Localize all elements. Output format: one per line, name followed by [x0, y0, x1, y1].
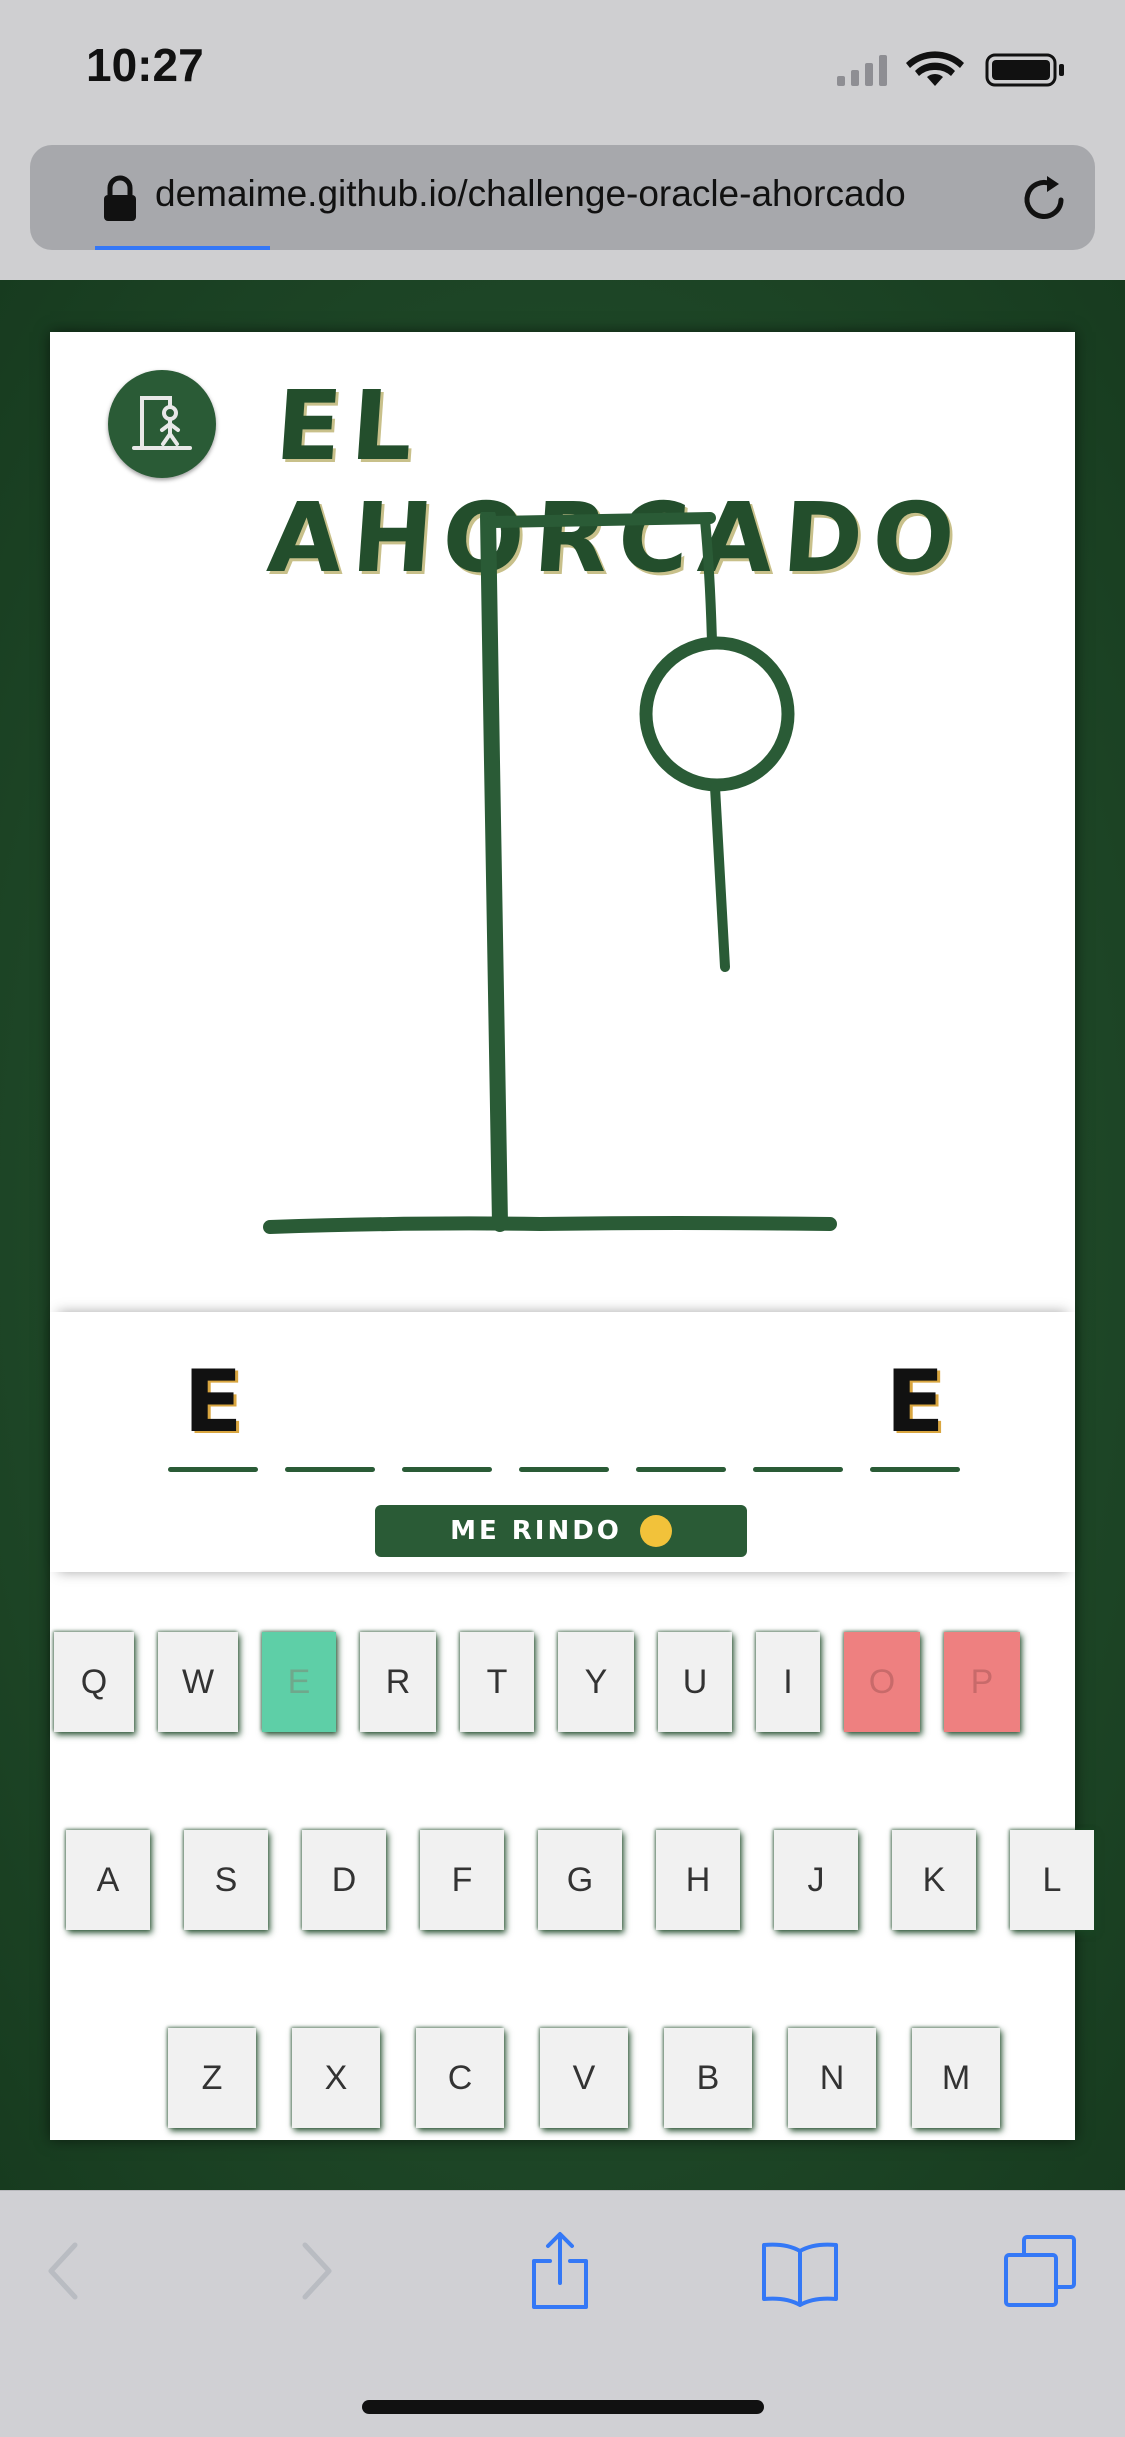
key-q[interactable]: Q — [54, 1632, 134, 1732]
key-v[interactable]: V — [540, 2028, 628, 2128]
status-bar: 10:27 — [0, 0, 1125, 140]
lock-icon — [104, 175, 136, 221]
battery-icon — [985, 53, 1064, 87]
letter-slot: E — [168, 1352, 258, 1472]
key-x[interactable]: X — [292, 2028, 380, 2128]
home-indicator — [362, 2400, 764, 2414]
key-g[interactable]: G — [538, 1830, 622, 1930]
tabs-icon[interactable] — [1000, 2231, 1080, 2311]
slot-letter: E — [885, 1352, 945, 1452]
key-r[interactable]: R — [360, 1632, 436, 1732]
key-l[interactable]: L — [1010, 1830, 1094, 1930]
letter-slot — [285, 1352, 375, 1472]
keyboard-row-1: QWERTYUIOP — [54, 1632, 1020, 1732]
slot-underline — [636, 1467, 726, 1472]
key-b[interactable]: B — [664, 2028, 752, 2128]
share-icon[interactable] — [520, 2231, 600, 2311]
slot-letter: E — [183, 1352, 243, 1452]
key-t[interactable]: T — [460, 1632, 534, 1732]
key-a[interactable]: A — [66, 1830, 150, 1930]
key-e[interactable]: E — [262, 1632, 336, 1732]
word-area: EE ME RINDO — [50, 1312, 1075, 1572]
smile-emoji-icon — [639, 1515, 672, 1547]
key-c[interactable]: C — [416, 2028, 504, 2128]
status-icons — [837, 51, 1064, 87]
address-bar[interactable]: demaime.github.io/challenge-oracle-ahorc… — [30, 145, 1095, 250]
key-o[interactable]: O — [844, 1632, 920, 1732]
bookmarks-icon[interactable] — [760, 2231, 840, 2311]
letter-slot — [636, 1352, 726, 1472]
letter-slot — [753, 1352, 843, 1472]
key-h[interactable]: H — [656, 1830, 740, 1930]
status-time: 10:27 — [86, 39, 204, 91]
slot-underline — [870, 1467, 960, 1472]
slot-underline — [402, 1467, 492, 1472]
cellular-signal-icon — [837, 55, 887, 86]
letter-slot — [519, 1352, 609, 1472]
key-j[interactable]: J — [774, 1830, 858, 1930]
give-up-button[interactable]: ME RINDO — [375, 1505, 747, 1557]
reload-icon[interactable] — [1017, 170, 1073, 226]
gallows-drawing — [263, 512, 837, 1234]
hangman-logo — [108, 370, 216, 478]
game-card: EL AHORCADO EE ME RINDO QWERTYUIOP ASDFG… — [50, 332, 1094, 2140]
key-d[interactable]: D — [302, 1830, 386, 1930]
slot-underline — [168, 1467, 258, 1472]
key-u[interactable]: U — [658, 1632, 732, 1732]
key-w[interactable]: W — [158, 1632, 238, 1732]
key-y[interactable]: Y — [558, 1632, 634, 1732]
key-f[interactable]: F — [420, 1830, 504, 1930]
page-load-progress — [95, 246, 270, 250]
wifi-icon — [906, 51, 964, 86]
slot-underline — [519, 1467, 609, 1472]
key-p[interactable]: P — [944, 1632, 1020, 1732]
slot-underline — [285, 1467, 375, 1472]
key-k[interactable]: K — [892, 1830, 976, 1930]
give-up-label: ME RINDO — [450, 1516, 622, 1546]
page-content: EL AHORCADO EE ME RINDO QWERTYUIOP ASDFG… — [0, 280, 1125, 2190]
key-n[interactable]: N — [788, 2028, 876, 2128]
hangman-logo-icon — [132, 396, 192, 450]
letter-slot: E — [870, 1352, 960, 1472]
key-m[interactable]: M — [912, 2028, 1000, 2128]
key-z[interactable]: Z — [168, 2028, 256, 2128]
back-icon[interactable] — [25, 2231, 105, 2311]
word-slots: EE — [168, 1352, 960, 1472]
slot-underline — [753, 1467, 843, 1472]
letter-slot — [402, 1352, 492, 1472]
key-i[interactable]: I — [756, 1632, 820, 1732]
key-s[interactable]: S — [184, 1830, 268, 1930]
forward-icon[interactable] — [275, 2231, 355, 2311]
keyboard-row-2: ASDFGHJKL — [66, 1830, 1094, 1930]
keyboard-row-3: ZXCVBNM — [168, 2028, 1000, 2128]
url-text[interactable]: demaime.github.io/challenge-oracle-ahorc… — [155, 173, 906, 215]
